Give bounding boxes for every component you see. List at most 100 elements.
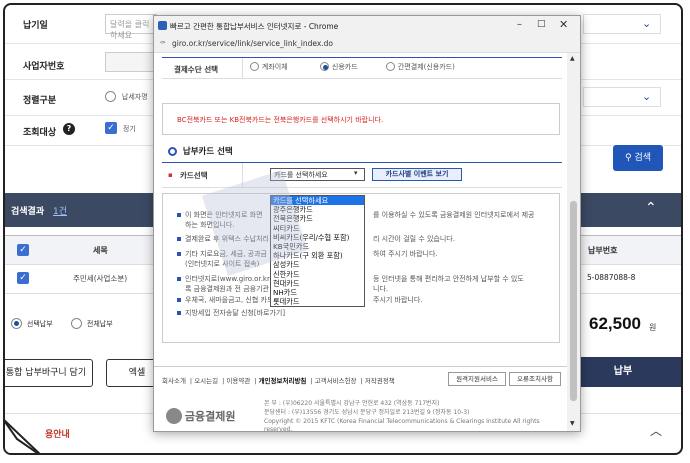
card-option[interactable]: KB국민카드: [271, 242, 364, 251]
divider: [242, 163, 243, 187]
method-credit-label: 신용카드: [331, 63, 358, 71]
info-line: 록 금융결제원과 전 금융기관: [185, 285, 269, 293]
all-pay-option[interactable]: 전체납부: [71, 318, 113, 329]
window-titlebar[interactable]: 빠르고 간편한 통합납부서비스 인터넷지로 - Chrome – □ ✕: [154, 16, 580, 36]
card-option[interactable]: 씨티카드: [271, 224, 364, 233]
address-1: 본 부 : (우)06220 서울특별시 강남구 언헌로 432 (역삼동 71…: [264, 400, 440, 407]
all-pay-label: 전체납부: [86, 320, 113, 328]
chevron-down-icon: ⌄: [642, 17, 652, 30]
chevron-up-icon[interactable]: ⌃: [645, 200, 657, 216]
chevron-down-icon: ⌄: [642, 90, 652, 103]
sort-radio[interactable]: 납세자명: [105, 91, 148, 102]
method-transfer-radio[interactable]: 계좌이체: [250, 62, 288, 72]
pay-button[interactable]: 납부: [565, 357, 681, 387]
close-icon[interactable]: ✕: [559, 18, 568, 31]
maximize-icon[interactable]: □: [537, 19, 546, 29]
info-line: 하여 주시기 바랍니다.: [373, 250, 438, 258]
method-transfer-label: 계좌이체: [261, 63, 288, 71]
checkmark-icon: ✓: [105, 122, 117, 134]
page-curl-icon: [5, 419, 41, 453]
col-tax-header: 세목: [93, 246, 108, 255]
radio-icon: [386, 62, 395, 71]
minimize-icon[interactable]: –: [517, 19, 522, 30]
card-event-button[interactable]: 카드사별 이벤트 보기: [372, 168, 462, 181]
result-title: 검색결과: [11, 207, 45, 217]
card-select-dropdown[interactable]: 카드를 선택하세요 ▾: [270, 168, 365, 181]
card-select-value: 카드를 선택하세요: [274, 171, 328, 179]
card-option[interactable]: NH카드: [271, 288, 364, 297]
chevron-down-icon: ▾: [354, 169, 358, 177]
select-pay-label: 선택납부: [26, 320, 53, 328]
remote-support-button[interactable]: 원격지원서비스: [448, 372, 506, 386]
search-button-label: 검색: [634, 153, 652, 163]
scroll-up-icon[interactable]: ▲: [570, 55, 575, 62]
info-line: 인터넷지로(www.giro.or.kr): [177, 274, 273, 284]
info-line: 결제완료 후 위택스 수납처리: [177, 234, 269, 244]
cart-button[interactable]: 통합 납부바구니 담기: [5, 359, 93, 387]
card-option[interactable]: 광주은행카드: [271, 205, 364, 214]
footer-link[interactable]: 오시는길: [194, 377, 218, 385]
row-payno: 5-0887088-8: [587, 273, 636, 282]
due-date-select[interactable]: ⌄: [583, 14, 661, 34]
business-number-input[interactable]: [105, 52, 157, 72]
footer-link[interactable]: 고객서비스헌장: [315, 377, 357, 385]
scroll-down-icon[interactable]: ▼: [570, 420, 575, 427]
card-select-label: 카드선택: [180, 171, 208, 180]
footer-link[interactable]: 저작권정책: [365, 377, 395, 385]
error-fix-button[interactable]: 오류조치사항: [509, 372, 561, 386]
bullet-icon: [168, 147, 177, 156]
card-select-row: ▪ 카드선택 카드를 선택하세요 ▾ 카드사별 이벤트 보기: [162, 162, 562, 188]
sort-label: 정렬구분: [23, 96, 57, 106]
due-date-field[interactable]: 달력을 클릭하세요: [105, 14, 157, 40]
e-delivery-link[interactable]: 지방세입 전자송달 신청[바로가기]: [177, 308, 285, 318]
card-option[interactable]: 롯데카드: [271, 297, 364, 306]
url-text: giro.or.kr/service/link/service_link_ind…: [172, 39, 333, 48]
section-title: 납부카드 선택: [168, 145, 233, 157]
target-checkbox[interactable]: ✓ 정기: [105, 122, 136, 134]
total-amount: 62,500: [589, 314, 641, 333]
card-option[interactable]: 전북은행카드: [271, 214, 364, 223]
site-logo-icon: [158, 21, 167, 30]
card-option[interactable]: 삼성카드: [271, 260, 364, 269]
method-simple-radio[interactable]: 간편결제(신용카드): [386, 62, 455, 72]
info-line: 를 이용하실 수 있도록 금융결제원 인터넷지로에서 제공: [373, 211, 535, 219]
sort-radio-label: 납세자명: [121, 93, 148, 101]
brand-name: 금융결제원: [184, 410, 236, 423]
info-line: 니다.: [373, 285, 389, 293]
sort-select[interactable]: ⌄: [583, 87, 661, 107]
payment-method-row: 결제수단 선택 계좌이체 신용카드 간편결제(신용카드): [162, 57, 562, 79]
footer-link[interactable]: 개인정보처리방침: [259, 377, 307, 385]
section-title-text: 납부카드 선택: [182, 147, 233, 157]
required-icon: ▪: [168, 171, 173, 179]
method-credit-radio[interactable]: 신용카드: [320, 62, 358, 72]
info-line: 리 시간이 걸릴 수 있습니다.: [373, 235, 455, 243]
radio-selected-icon: [11, 318, 22, 329]
info-line: 등 인터넷을 통해 편리하고 안전하게 납부할 수 있도: [373, 275, 524, 283]
payment-popup-window: 빠르고 간편한 통합납부서비스 인터넷지로 - Chrome – □ ✕ ⚰ g…: [153, 15, 581, 432]
window-title: 빠르고 간편한 통합납부서비스 인터넷지로 - Chrome: [170, 22, 339, 31]
radio-icon: [71, 318, 82, 329]
scroll-thumb[interactable]: [570, 201, 577, 401]
card-option[interactable]: 카드를 선택하세요: [271, 196, 364, 206]
info-line: 하는 화면입니다.: [185, 221, 235, 229]
footer-link[interactable]: 회사소개: [162, 377, 186, 385]
chevron-up-icon[interactable]: ︿: [650, 422, 662, 439]
vertical-scrollbar[interactable]: ▲ ▼: [567, 53, 580, 431]
select-all-checkbox[interactable]: ✓: [17, 244, 29, 256]
search-button[interactable]: ⚲ 검색: [613, 145, 663, 171]
card-option[interactable]: 현대카드: [271, 279, 364, 288]
method-simple-label: 간편결제(신용카드): [397, 63, 455, 71]
row-checkbox[interactable]: ✓: [17, 272, 29, 284]
info-line: 주시기 바랍니다.: [373, 296, 423, 304]
card-option[interactable]: 하나카드(구 외환 포함): [271, 251, 364, 260]
target-label: 조회대상: [23, 128, 57, 138]
select-pay-option[interactable]: 선택납부: [11, 318, 53, 329]
footer-link[interactable]: 이용약관: [226, 377, 250, 385]
help-icon[interactable]: ?: [63, 123, 75, 135]
radio-icon: [250, 62, 259, 71]
card-option[interactable]: 신한카드: [271, 270, 364, 279]
address-bar[interactable]: ⚰ giro.or.kr/service/link/service_link_i…: [154, 36, 580, 53]
result-count: 1건: [53, 207, 68, 217]
info-line: 우체국, 새마을금고, 신협 카드: [177, 295, 273, 305]
card-option[interactable]: 비씨카드(우리/수협 포함): [271, 233, 364, 242]
